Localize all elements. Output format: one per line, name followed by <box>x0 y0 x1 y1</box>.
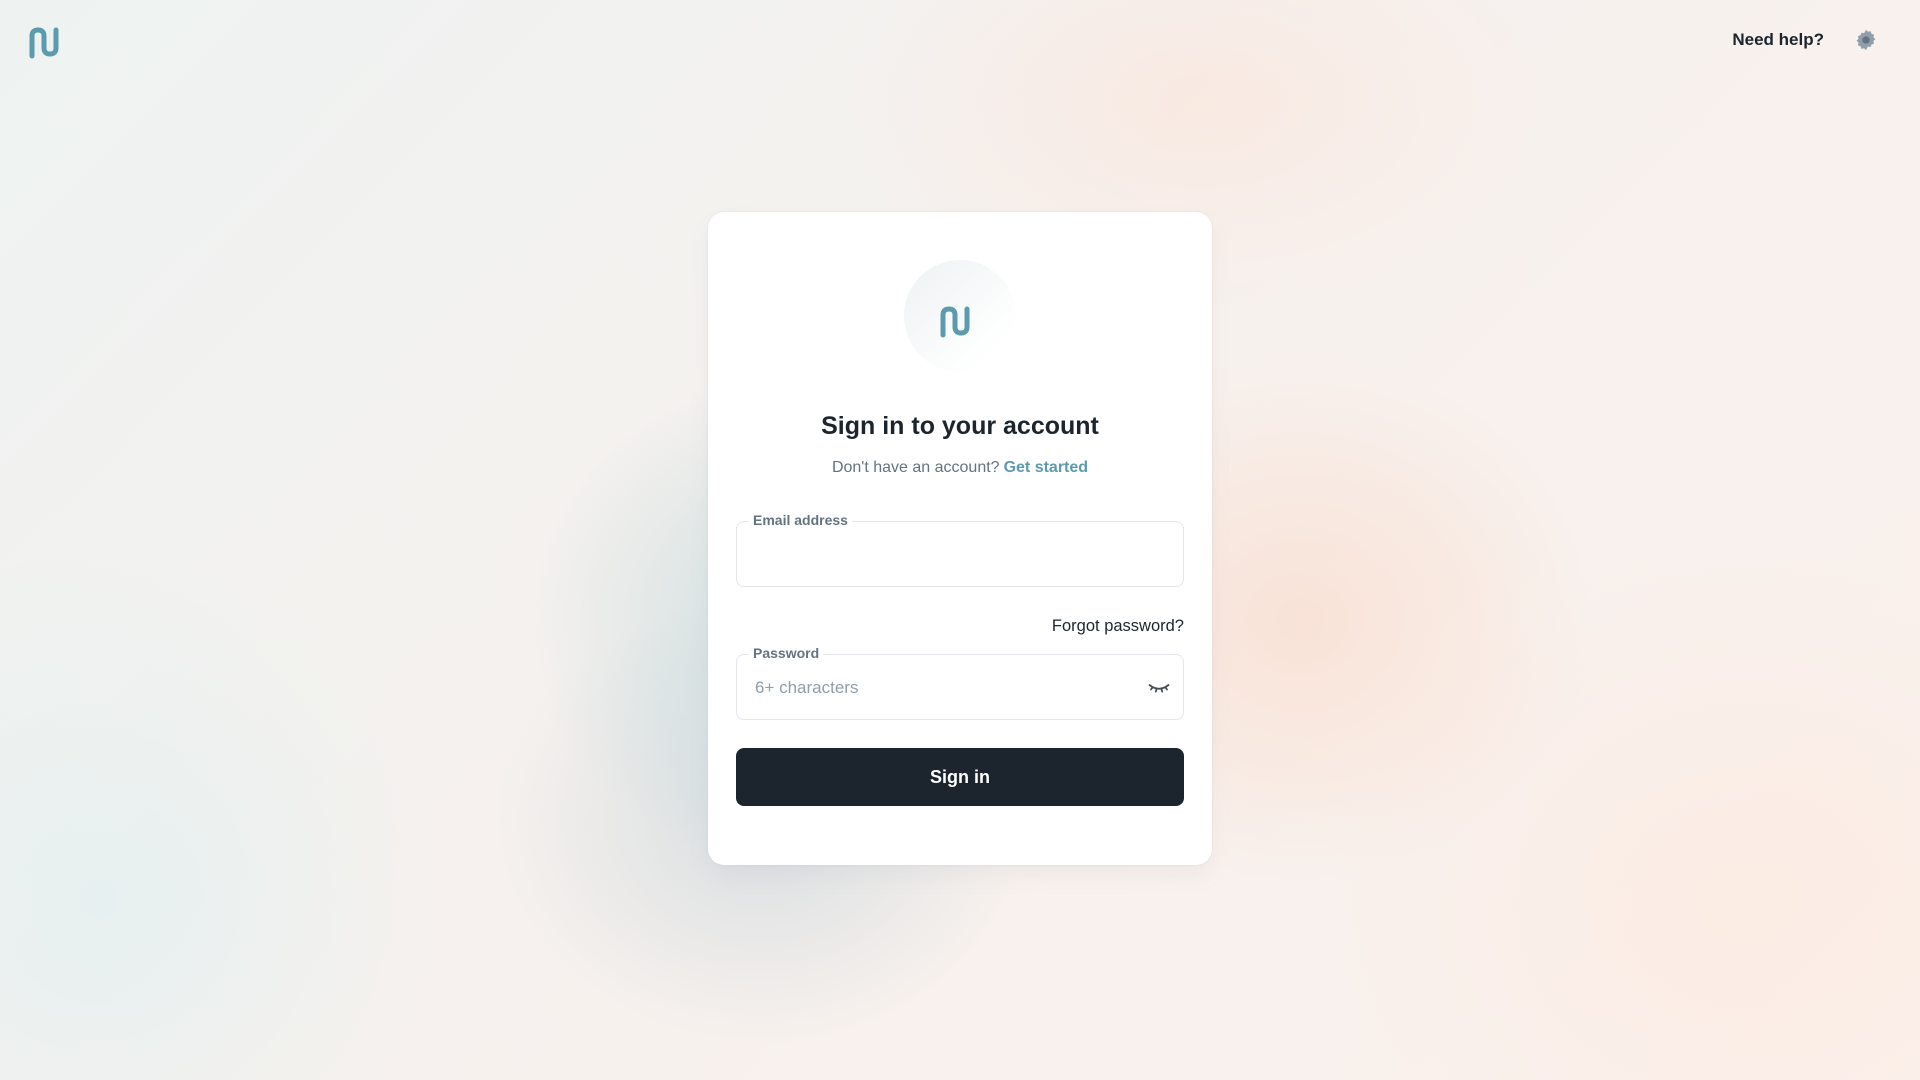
brand-logo-icon <box>29 27 59 59</box>
password-field: Password <box>736 645 1184 721</box>
page-title: Sign in to your account <box>821 412 1099 440</box>
sign-in-card: Sign in to your account Don't have an ac… <box>708 212 1212 865</box>
signup-prompt-text: Don't have an account? <box>831 459 1000 476</box>
sign-in-button[interactable]: Sign in <box>736 748 1184 806</box>
card-logo-badge <box>904 260 1016 372</box>
header-actions: Need help? <box>1732 24 1882 56</box>
eye-closed-icon <box>1148 684 1170 693</box>
email-field: Email address <box>736 512 1184 588</box>
settings-button[interactable] <box>1850 24 1882 56</box>
gear-icon <box>1856 29 1876 51</box>
signup-prompt: Don't have an account? Get started <box>736 459 1184 477</box>
password-input[interactable] <box>753 655 1137 721</box>
forgot-password-link[interactable]: Forgot password? <box>736 617 1184 636</box>
email-input[interactable] <box>753 522 1137 588</box>
need-help-link[interactable]: Need help? <box>1732 30 1824 50</box>
brand-logo[interactable] <box>28 26 62 60</box>
get-started-link[interactable]: Get started <box>1004 459 1088 476</box>
brand-logo-icon <box>940 306 970 338</box>
password-visibility-toggle[interactable] <box>1145 673 1173 701</box>
